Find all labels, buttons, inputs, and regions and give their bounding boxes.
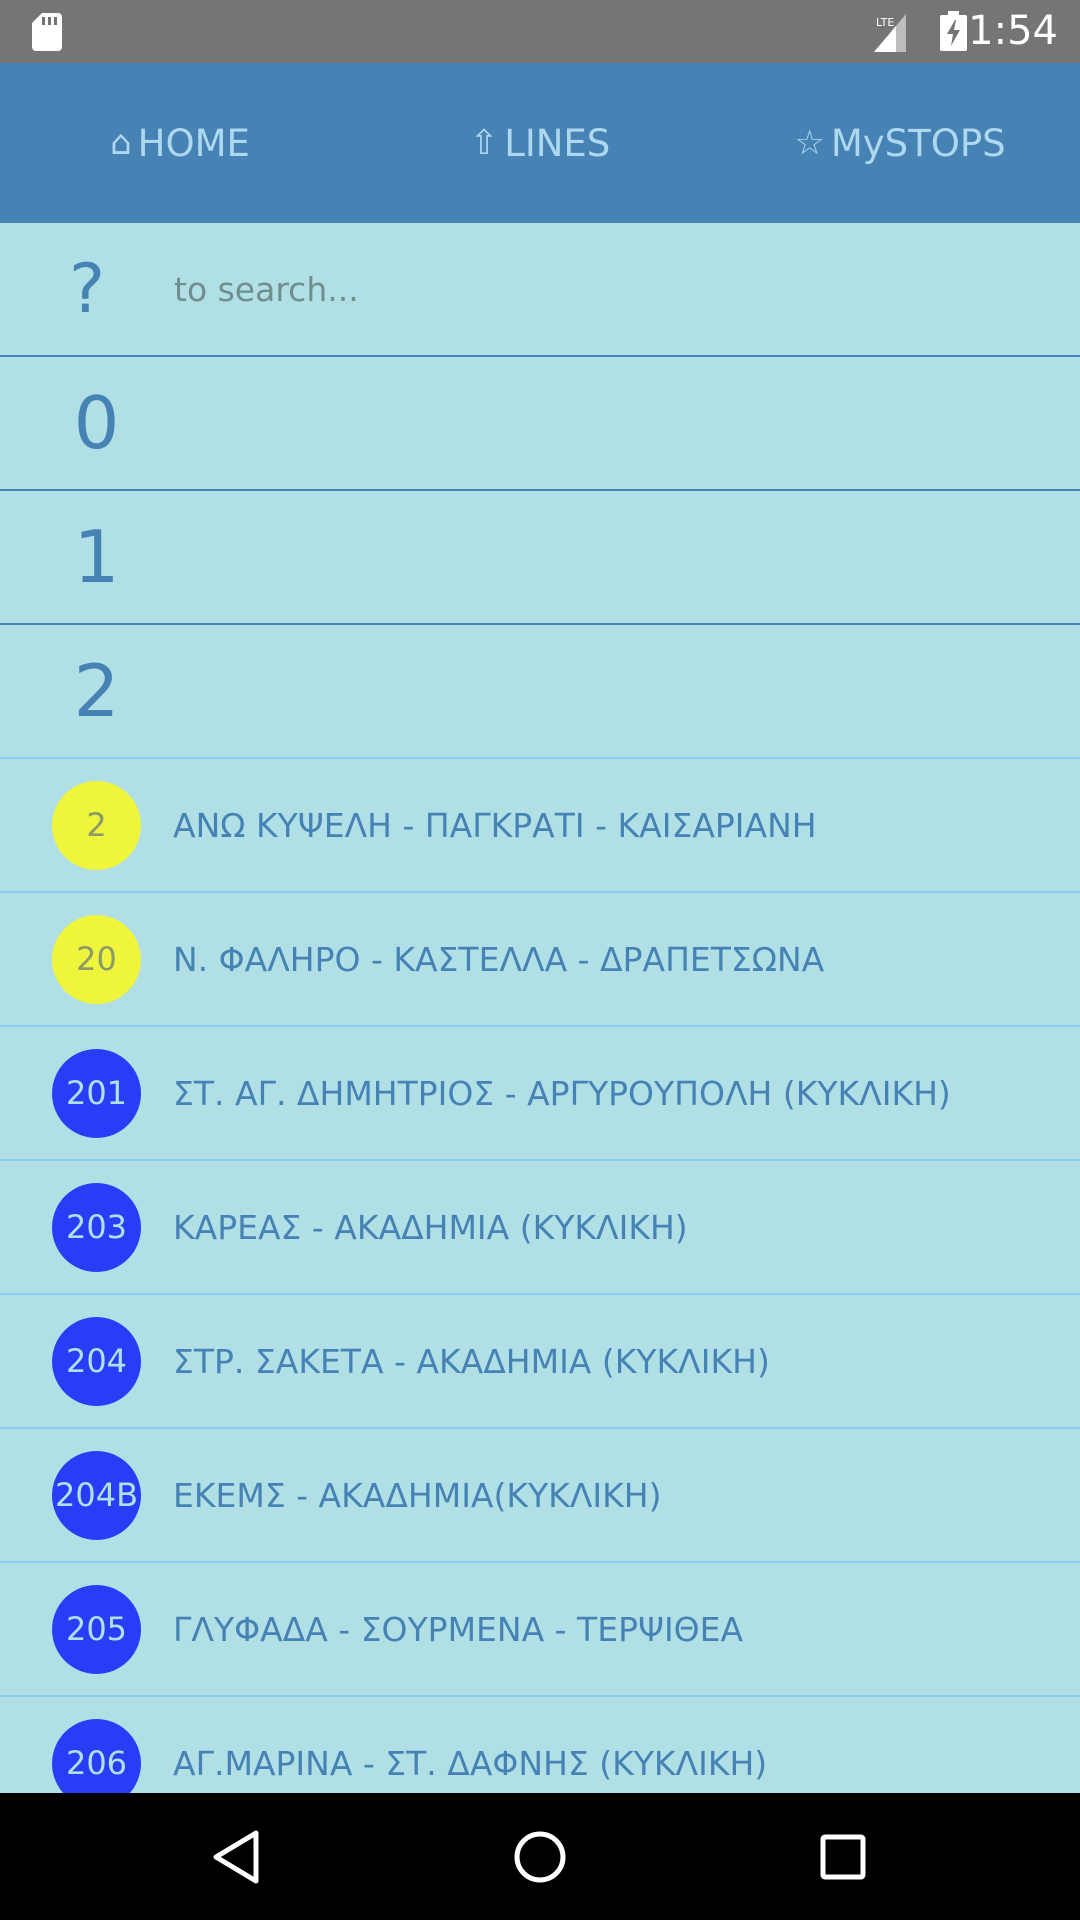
back-icon[interactable]	[204, 1825, 268, 1889]
line-item[interactable]: 201 ΣΤ. ΑΓ. ΔΗΜΗΤΡΙΟΣ - ΑΡΓΥΡΟΥΠΟΛΗ (ΚΥΚ…	[0, 1027, 1080, 1161]
tab-home[interactable]: ⌂ HOME	[0, 63, 360, 223]
line-number-badge: 206	[52, 1718, 141, 1793]
line-number-badge: 205	[52, 1584, 141, 1674]
line-item[interactable]: 204Β ΕΚΕΜΣ - ΑΚΑΔΗΜΙΑ(ΚΥΚΛΙΚΗ)	[0, 1429, 1080, 1563]
line-route-name: Ν. ΦΑΛΗΡΟ - ΚΑΣΤΕΛΛΑ - ΔΡΑΠΕΤΣΩΝΑ	[173, 939, 825, 979]
recents-icon[interactable]	[811, 1825, 875, 1889]
line-number-badge: 2	[52, 780, 141, 870]
star-icon: ☆	[794, 123, 825, 163]
sd-card-icon	[32, 13, 62, 51]
line-route-name: ΕΚΕΜΣ - ΑΚΑΔΗΜΙΑ(ΚΥΚΛΙΚΗ)	[173, 1475, 662, 1515]
line-number-badge: 201	[52, 1048, 141, 1138]
line-route-name: ΚΑΡΕΑΣ - ΑΚΑΔΗΜΙΑ (ΚΥΚΛΙΚΗ)	[173, 1207, 688, 1247]
line-number-badge: 203	[52, 1182, 141, 1272]
section-label: 2	[73, 649, 120, 733]
system-nav-bar	[0, 1793, 1080, 1920]
status-clock: 1:54	[968, 8, 1058, 54]
tab-mystops-label: MySTOPS	[830, 121, 1006, 165]
lte-signal-icon: LTE	[874, 14, 906, 52]
line-number-badge: 204Β	[52, 1450, 141, 1540]
line-route-name: ΓΛΥΦΑΔΑ - ΣΟΥΡΜΕΝΑ - ΤΕΡΨΙΘΕΑ	[173, 1609, 744, 1649]
status-bar: LTE 1:54	[0, 0, 1080, 63]
line-number-badge: 20	[52, 914, 141, 1004]
line-route-name: ΑΝΩ ΚΥΨΕΛΗ - ΠΑΓΚΡΑΤΙ - ΚΑΙΣΑΡΙΑΝΗ	[173, 805, 817, 845]
tab-lines-label: LINES	[504, 121, 611, 165]
line-route-name: ΣΤ. ΑΓ. ΔΗΜΗΤΡΙΟΣ - ΑΡΓΥΡΟΥΠΟΛΗ (ΚΥΚΛΙΚΗ…	[173, 1073, 951, 1113]
tab-lines[interactable]: ⇧ LINES	[360, 63, 720, 223]
search-row: ?	[0, 223, 1080, 357]
tab-mystops[interactable]: ☆ MySTOPS	[720, 63, 1080, 223]
line-item[interactable]: 203 ΚΑΡΕΑΣ - ΑΚΑΔΗΜΙΑ (ΚΥΚΛΙΚΗ)	[0, 1161, 1080, 1295]
section-label: 1	[73, 515, 120, 599]
search-question-icon: ?	[68, 249, 106, 329]
line-item[interactable]: 204 ΣΤΡ. ΣΑΚΕΤΑ - ΑΚΑΔΗΜΙΑ (ΚΥΚΛΙΚΗ)	[0, 1295, 1080, 1429]
battery-charging-icon	[940, 11, 967, 51]
line-route-name: ΣΤΡ. ΣΑΚΕΤΑ - ΑΚΑΔΗΜΙΑ (ΚΥΚΛΙΚΗ)	[173, 1341, 770, 1381]
lte-label: LTE	[876, 16, 894, 29]
line-item[interactable]: 205 ΓΛΥΦΑΔΑ - ΣΟΥΡΜΕΝΑ - ΤΕΡΨΙΘΕΑ	[0, 1563, 1080, 1697]
home-icon: ⌂	[110, 123, 132, 163]
line-item[interactable]: 2 ΑΝΩ ΚΥΨΕΛΗ - ΠΑΓΚΡΑΤΙ - ΚΑΙΣΑΡΙΑΝΗ	[0, 759, 1080, 893]
line-route-name: ΑΓ.ΜΑΡΙΝΑ - ΣΤ. ΔΑΦΝΗΣ (ΚΥΚΛΙΚΗ)	[173, 1743, 768, 1783]
line-number-badge: 204	[52, 1316, 141, 1406]
section-header-1: 1	[0, 491, 1080, 625]
section-header-2: 2	[0, 625, 1080, 759]
section-header-0: 0	[0, 357, 1080, 491]
section-label: 0	[73, 381, 120, 465]
home-circle-icon[interactable]	[508, 1825, 572, 1889]
line-item[interactable]: 20 Ν. ΦΑΛΗΡΟ - ΚΑΣΤΕΛΛΑ - ΔΡΑΠΕΤΣΩΝΑ	[0, 893, 1080, 1027]
arrow-up-icon: ⇧	[469, 123, 499, 163]
top-tab-bar: ⌂ HOME ⇧ LINES ☆ MySTOPS	[0, 63, 1080, 223]
search-input[interactable]	[174, 223, 1080, 355]
line-item[interactable]: 206 ΑΓ.ΜΑΡΙΝΑ - ΣΤ. ΔΑΦΝΗΣ (ΚΥΚΛΙΚΗ)	[0, 1697, 1080, 1793]
lines-list[interactable]: ? 0 1 2 2 ΑΝΩ ΚΥΨΕΛΗ - ΠΑΓΚΡΑΤΙ - ΚΑΙΣΑΡ…	[0, 223, 1080, 1793]
tab-home-label: HOME	[137, 121, 250, 165]
